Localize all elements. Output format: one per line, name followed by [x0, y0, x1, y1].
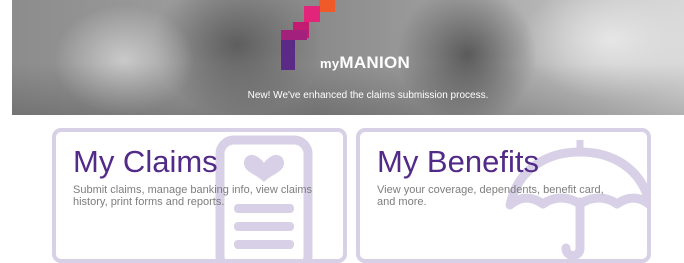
card-description-my-benefits: View your coverage, dependents, benefit …	[377, 184, 604, 208]
my-claims-card[interactable]: My Claims Submit claims, manage banking …	[52, 128, 347, 263]
card-title-my-benefits: My Benefits	[377, 144, 539, 179]
manion-logo-text: myMANION	[320, 53, 410, 73]
logo-name: MANION	[339, 53, 411, 72]
hero-banner: myMANION New! We've enhanced the claims …	[12, 0, 684, 115]
card-description-my-claims: Submit claims, manage banking info, view…	[73, 184, 313, 208]
card-title-my-claims: My Claims	[73, 144, 218, 179]
my-benefits-card[interactable]: My Benefits View your coverage, dependen…	[356, 128, 651, 263]
announcement-text: New! We've enhanced the claims submissio…	[247, 90, 489, 101]
logo-prefix: my	[320, 56, 340, 71]
